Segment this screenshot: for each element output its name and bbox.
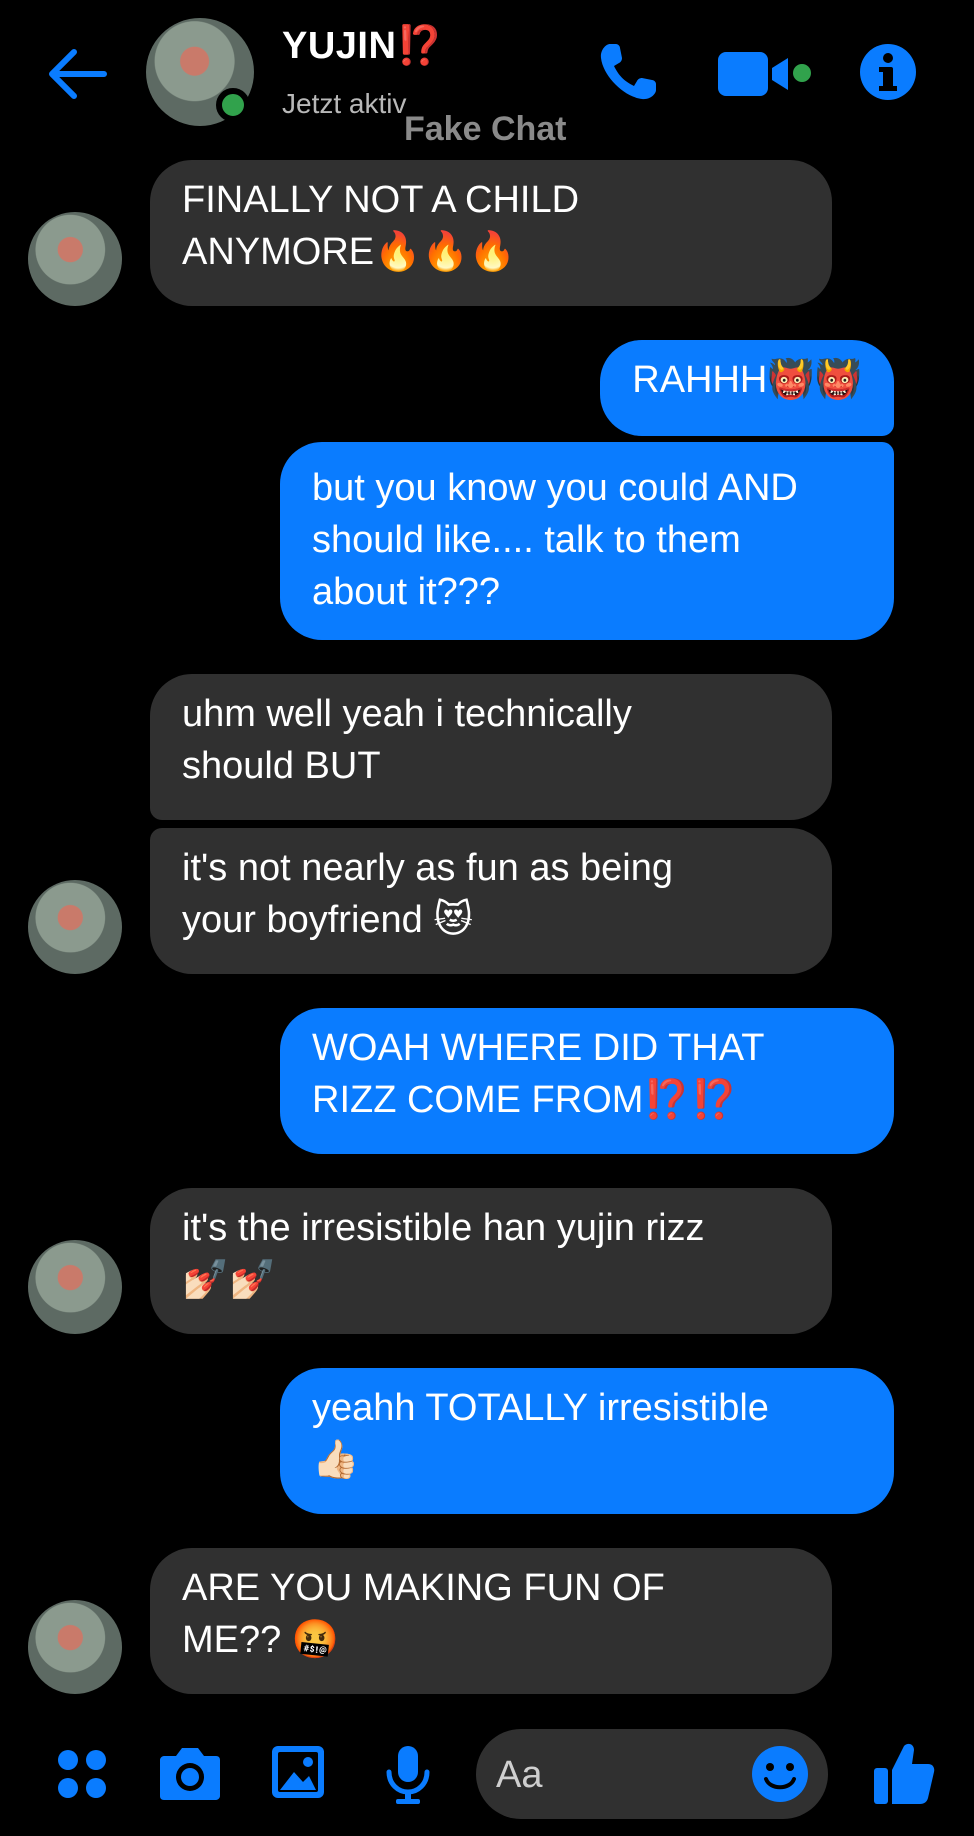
arrow-left-icon [49, 49, 107, 99]
message-bubble[interactable]: but you know you could AND should like..… [280, 442, 894, 640]
watermark: Fake Chat [404, 110, 567, 148]
sender-avatar[interactable] [28, 880, 122, 974]
voice-button[interactable] [384, 1744, 432, 1806]
info-icon [860, 44, 916, 100]
like-icon [874, 1743, 935, 1804]
message-bubble[interactable]: ARE YOU MAKING FUN OF ME?? 🤬 [150, 1548, 832, 1694]
phone-icon [600, 44, 656, 100]
video-camera-icon [718, 52, 811, 96]
message-bubble[interactable]: FINALLY NOT A CHILD ANYMORE🔥🔥🔥 [150, 160, 832, 306]
emoji-button[interactable] [750, 1744, 810, 1804]
sender-avatar[interactable] [28, 212, 122, 306]
apps-button[interactable] [56, 1748, 108, 1800]
message-bubble[interactable]: it's the irresistible han yujin rizz 💅🏻💅… [150, 1188, 832, 1334]
call-button[interactable] [596, 40, 660, 104]
contact-name[interactable]: YUJIN⁉️ [282, 24, 444, 68]
video-call-button[interactable] [716, 46, 816, 102]
message-bubble[interactable]: RAHHH👹👹 [600, 340, 894, 436]
back-button[interactable] [44, 46, 110, 102]
microphone-icon [386, 1746, 430, 1804]
info-button[interactable] [858, 42, 918, 102]
gallery-button[interactable] [270, 1744, 326, 1800]
sender-avatar[interactable] [28, 1600, 122, 1694]
contact-name-emoji: ⁉️ [396, 25, 445, 67]
message-bubble[interactable]: it's not nearly as fun as being your boy… [150, 828, 832, 974]
sender-avatar[interactable] [28, 1240, 122, 1334]
emoji-icon [752, 1746, 808, 1802]
message-input-placeholder: Aa [496, 1754, 543, 1796]
message-bubble[interactable]: WOAH WHERE DID THAT RIZZ COME FROM⁉️⁉️ [280, 1008, 894, 1154]
message-bubble[interactable]: uhm well yeah i technically should BUT [150, 674, 832, 820]
camera-icon [160, 1748, 220, 1800]
camera-button[interactable] [158, 1744, 222, 1802]
message-bubble[interactable]: yeahh TOTALLY irresistible 👍🏻 [280, 1368, 894, 1514]
contact-status: Jetzt aktiv [282, 88, 407, 119]
image-icon [272, 1746, 324, 1798]
contact-name-text: YUJIN [282, 25, 397, 67]
online-indicator [216, 88, 250, 122]
apps-icon [58, 1750, 106, 1798]
like-button[interactable] [872, 1740, 936, 1806]
